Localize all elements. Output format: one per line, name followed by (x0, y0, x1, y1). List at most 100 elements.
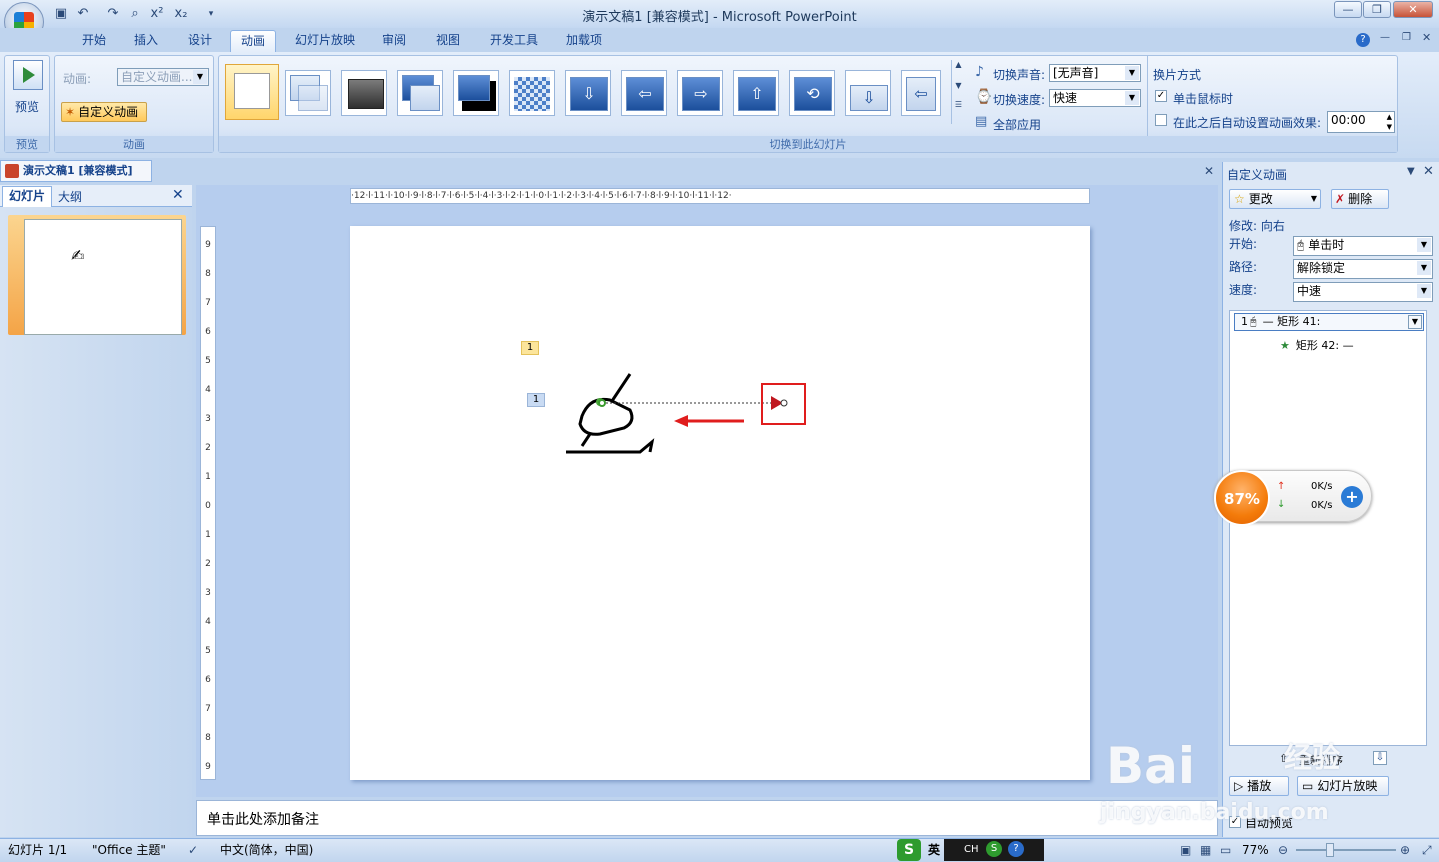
close-button[interactable]: ✕ (1393, 1, 1433, 18)
animation-tag[interactable]: 1 (521, 341, 539, 355)
tab-view[interactable]: 视图 (426, 30, 470, 52)
animation-list-item[interactable]: ★ 矩形 42: — (1280, 337, 1354, 353)
tab-slides[interactable]: 幻灯片 (2, 186, 52, 207)
transition-sound-combo[interactable]: [无声音] ▼ (1049, 64, 1141, 82)
tab-addins[interactable]: 加载项 (556, 30, 612, 52)
tab-developer[interactable]: 开发工具 (482, 30, 546, 52)
help-icon[interactable]: ? (1356, 33, 1370, 47)
document-close-icon[interactable]: ✕ (1204, 164, 1214, 178)
apply-all-icon[interactable]: ▤ (975, 114, 987, 129)
apply-all-button[interactable]: 全部应用 (993, 116, 1041, 133)
notes-pane[interactable]: 单击此处添加备注 (196, 800, 1218, 836)
slideshow-button[interactable]: ▭ 幻灯片放映 (1297, 776, 1389, 796)
gallery-scroll[interactable]: ▲ ▼ ☰ (951, 60, 965, 124)
animation-list-item[interactable]: 1 🖰 — 矩形 41: ▼ (1234, 313, 1424, 331)
undo-icon[interactable]: ↶ (74, 5, 92, 23)
subscript-icon[interactable]: x₂ (172, 5, 190, 23)
pane-close-icon[interactable]: ✕ (172, 187, 184, 203)
chevron-down-icon[interactable]: ▼ (1125, 91, 1139, 105)
transition-thumb-9[interactable]: ⇨ (677, 70, 723, 116)
delete-button[interactable]: ✗ 删除 (1331, 189, 1389, 209)
transition-thumb-10[interactable]: ⇧ (733, 70, 779, 116)
transition-thumb-7[interactable]: ⇩ (565, 70, 611, 116)
ribbon-minimize-icon[interactable]: — (1380, 32, 1390, 43)
tab-outline[interactable]: 大纲 (58, 188, 82, 205)
sogou-ime-icon[interactable]: S (897, 839, 921, 861)
restore-button[interactable]: ❐ (1363, 1, 1391, 18)
after-auto-checkbox[interactable] (1155, 114, 1167, 126)
sorter-view-icon[interactable]: ▦ (1200, 839, 1211, 861)
transition-thumb-5[interactable] (453, 70, 499, 116)
transition-thumb-12[interactable]: ⇩ (845, 70, 891, 116)
document-tab[interactable]: 演示文稿1 [兼容模式] (0, 160, 152, 182)
minimize-button[interactable]: — (1334, 1, 1362, 18)
play-button[interactable]: ▷ 播放 (1229, 776, 1289, 796)
transition-thumb-2[interactable] (285, 70, 331, 116)
normal-view-icon[interactable]: ▣ (1180, 839, 1191, 861)
zoom-in-icon[interactable]: ⊕ (1400, 839, 1410, 861)
chevron-up-icon[interactable]: ▲ (952, 60, 965, 69)
language-code[interactable]: CH (964, 839, 979, 861)
slideshow-view-icon[interactable]: ▭ (1220, 839, 1231, 861)
transition-thumb-11[interactable]: ⟲ (789, 70, 835, 116)
transition-none-thumb[interactable] (225, 64, 279, 120)
custom-animation-button[interactable]: ✶ 自定义动画 (61, 102, 147, 122)
tab-design[interactable]: 设计 (178, 30, 222, 52)
start-value: 单击时 (1308, 238, 1345, 252)
tab-slideshow[interactable]: 幻灯片放映 (288, 30, 362, 52)
speed-combo[interactable]: 中速 ▼ (1293, 282, 1433, 302)
transition-thumb-6[interactable] (509, 70, 555, 116)
chevron-down-icon[interactable]: ▼ (952, 81, 965, 90)
after-time-spinner[interactable]: 00:00 ▲ ▼ (1327, 111, 1395, 133)
change-button[interactable]: ☆ 更改 ▼ (1229, 189, 1321, 209)
language-bar: CH S ? (944, 839, 1044, 861)
chevron-down-icon[interactable]: ▼ (1417, 284, 1431, 298)
qat-customize-icon[interactable]: ▾ (202, 5, 220, 23)
ribbon-restore-icon[interactable]: ❐ (1402, 32, 1411, 43)
spinner-arrows-icon[interactable]: ▲ ▼ (1387, 112, 1392, 132)
slide-thumbnail[interactable]: ✍ (8, 215, 186, 335)
transition-thumb-4[interactable] (397, 70, 443, 116)
gallery-more-icon[interactable]: ☰ (952, 100, 965, 109)
sogou-small-icon[interactable]: S (986, 841, 1002, 857)
superscript-icon[interactable]: x² (148, 5, 166, 23)
reorder-down-icon[interactable]: ⇩ (1373, 751, 1387, 765)
fit-window-icon[interactable]: ⤢ (1422, 839, 1432, 861)
chevron-down-icon[interactable]: ▼ (1408, 315, 1422, 329)
zoom-out-icon[interactable]: ⊖ (1278, 839, 1288, 861)
spellcheck-icon[interactable]: ✓ (188, 839, 198, 861)
transition-speed-combo[interactable]: 快速 ▼ (1049, 89, 1141, 107)
plus-icon[interactable]: + (1341, 486, 1363, 508)
tab-review[interactable]: 审阅 (372, 30, 416, 52)
tab-animations[interactable]: 动画 (230, 30, 276, 52)
tab-home[interactable]: 开始 (72, 30, 116, 52)
preview-label[interactable]: 预览 (5, 98, 49, 115)
start-combo[interactable]: 🖰 单击时 ▼ (1293, 236, 1433, 256)
save-icon[interactable]: ▣ (52, 5, 70, 23)
memory-percent-badge[interactable]: 87% (1214, 470, 1270, 526)
redo-icon[interactable]: ↷ (104, 5, 122, 23)
preview-icon[interactable] (13, 60, 43, 90)
zoom-level[interactable]: 77% (1242, 839, 1269, 861)
slide-canvas[interactable]: 1 1 (350, 226, 1090, 780)
transition-thumb-8[interactable]: ⇦ (621, 70, 667, 116)
path-combo[interactable]: 解除锁定 ▼ (1293, 259, 1433, 279)
transition-thumb-13[interactable]: ⇦ (901, 70, 941, 116)
ribbon-close-icon[interactable]: ✕ (1422, 31, 1431, 44)
zoom-slider-thumb[interactable] (1326, 843, 1334, 857)
chevron-down-icon[interactable]: ▼ (1407, 166, 1415, 177)
ime-mode[interactable]: 英 (928, 839, 940, 861)
help-icon[interactable]: ? (1008, 841, 1024, 857)
chevron-down-icon[interactable]: ▼ (1417, 261, 1431, 275)
chevron-down-icon[interactable]: ▼ (1417, 238, 1431, 252)
pane-close-icon[interactable]: ✕ (1423, 164, 1434, 179)
on-click-checkbox[interactable]: ✓ (1155, 90, 1167, 102)
print-preview-icon[interactable]: ⌕ (126, 5, 144, 23)
animation-tag[interactable]: 1 (527, 393, 545, 407)
upload-speed: 0K/s (1311, 481, 1333, 492)
tab-insert[interactable]: 插入 (124, 30, 168, 52)
network-speed-widget[interactable]: 87% ↑ ↓ 0K/s 0K/s + (1214, 470, 1372, 526)
transition-thumb-3[interactable] (341, 70, 387, 116)
zoom-slider[interactable] (1296, 849, 1396, 851)
chevron-down-icon[interactable]: ▼ (1125, 66, 1139, 80)
